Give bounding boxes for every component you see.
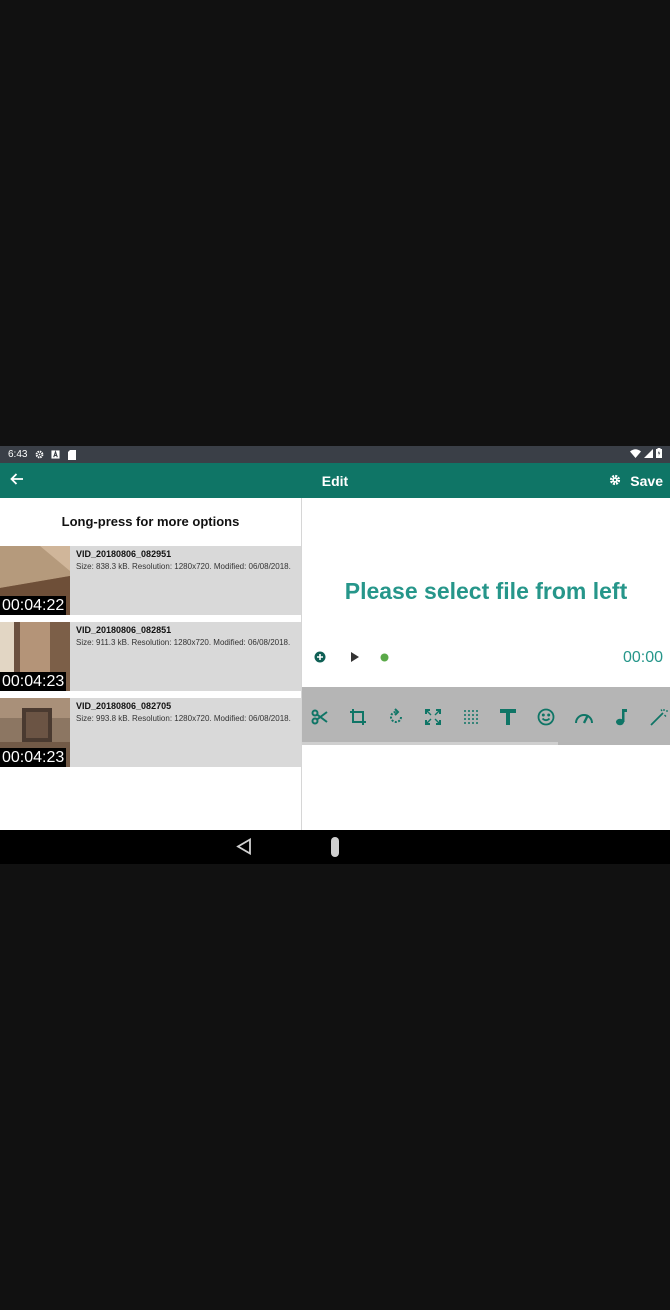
a-badge-icon	[51, 450, 61, 459]
mosaic-icon[interactable]	[459, 705, 483, 729]
playback-time: 00:00	[622, 649, 663, 666]
back-button[interactable]	[0, 463, 34, 498]
file-meta: Size: 911.3 kB. Resolution: 1280x720. Mo…	[76, 638, 291, 647]
video-duration: 00:04:23	[0, 748, 67, 767]
long-press-hint: Long-press for more options	[61, 513, 240, 529]
scissors-icon[interactable]	[308, 705, 332, 729]
settings-icon	[35, 450, 44, 459]
main-content: Long-press for more options 00:04:22 VID…	[0, 498, 670, 830]
file-list-panel: Long-press for more options 00:04:22 VID…	[0, 498, 301, 830]
editor-panel: Please select file from left 00:00	[302, 498, 670, 830]
status-bar: 6:43	[0, 446, 670, 463]
navigation-bar	[0, 830, 670, 864]
battery-icon	[656, 448, 662, 461]
video-thumbnail: 00:04:23	[0, 622, 70, 691]
file-list-item[interactable]: 00:04:22 VID_20180806_082951 Size: 838.3…	[0, 546, 301, 615]
file-list-item[interactable]: 00:04:23 VID_20180806_082705 Size: 993.8…	[0, 698, 301, 767]
save-button[interactable]: Save	[609, 463, 663, 498]
emoji-icon[interactable]	[534, 705, 558, 729]
toolbar-scroll-indicator	[302, 742, 558, 745]
arrow-back-icon	[10, 472, 24, 490]
wifi-icon	[630, 448, 641, 461]
video-thumbnail: 00:04:23	[0, 698, 70, 767]
file-meta: Size: 838.3 kB. Resolution: 1280x720. Mo…	[76, 562, 291, 571]
fullscreen-icon[interactable]	[421, 705, 445, 729]
playback-controls: 00:00	[302, 646, 670, 672]
page-title: Edit	[321, 472, 349, 489]
signal-icon	[644, 448, 653, 461]
video-duration: 00:04:22	[0, 596, 67, 615]
app-bar: Edit Save	[0, 463, 670, 498]
file-meta: Size: 993.8 kB. Resolution: 1280x720. Mo…	[76, 714, 291, 723]
crop-icon[interactable]	[346, 705, 370, 729]
video-thumbnail: 00:04:22	[0, 546, 70, 615]
status-time: 6:43	[8, 449, 28, 460]
add-circle-icon[interactable]	[314, 651, 326, 663]
rotate-icon[interactable]	[384, 705, 408, 729]
file-name: VID_20180806_082705	[76, 701, 172, 711]
sd-card-icon	[67, 449, 76, 460]
select-file-message: Please select file from left	[344, 578, 628, 604]
file-name: VID_20180806_082951	[76, 549, 172, 559]
nav-back-icon[interactable]	[236, 837, 252, 860]
video-duration: 00:04:23	[0, 672, 67, 691]
nav-home-icon[interactable]	[331, 837, 339, 857]
gear-icon[interactable]	[609, 473, 621, 489]
save-label: Save	[630, 472, 663, 489]
speed-icon[interactable]	[572, 705, 596, 729]
file-list-item[interactable]: 00:04:23 VID_20180806_082851 Size: 911.3…	[0, 622, 301, 691]
play-icon[interactable]	[350, 651, 360, 663]
file-name: VID_20180806_082851	[76, 625, 172, 635]
edit-toolbar	[302, 687, 670, 745]
text-icon[interactable]	[496, 705, 520, 729]
magic-wand-icon[interactable]	[647, 705, 670, 729]
music-note-icon[interactable]	[609, 705, 633, 729]
seek-dot-icon[interactable]	[380, 653, 389, 662]
